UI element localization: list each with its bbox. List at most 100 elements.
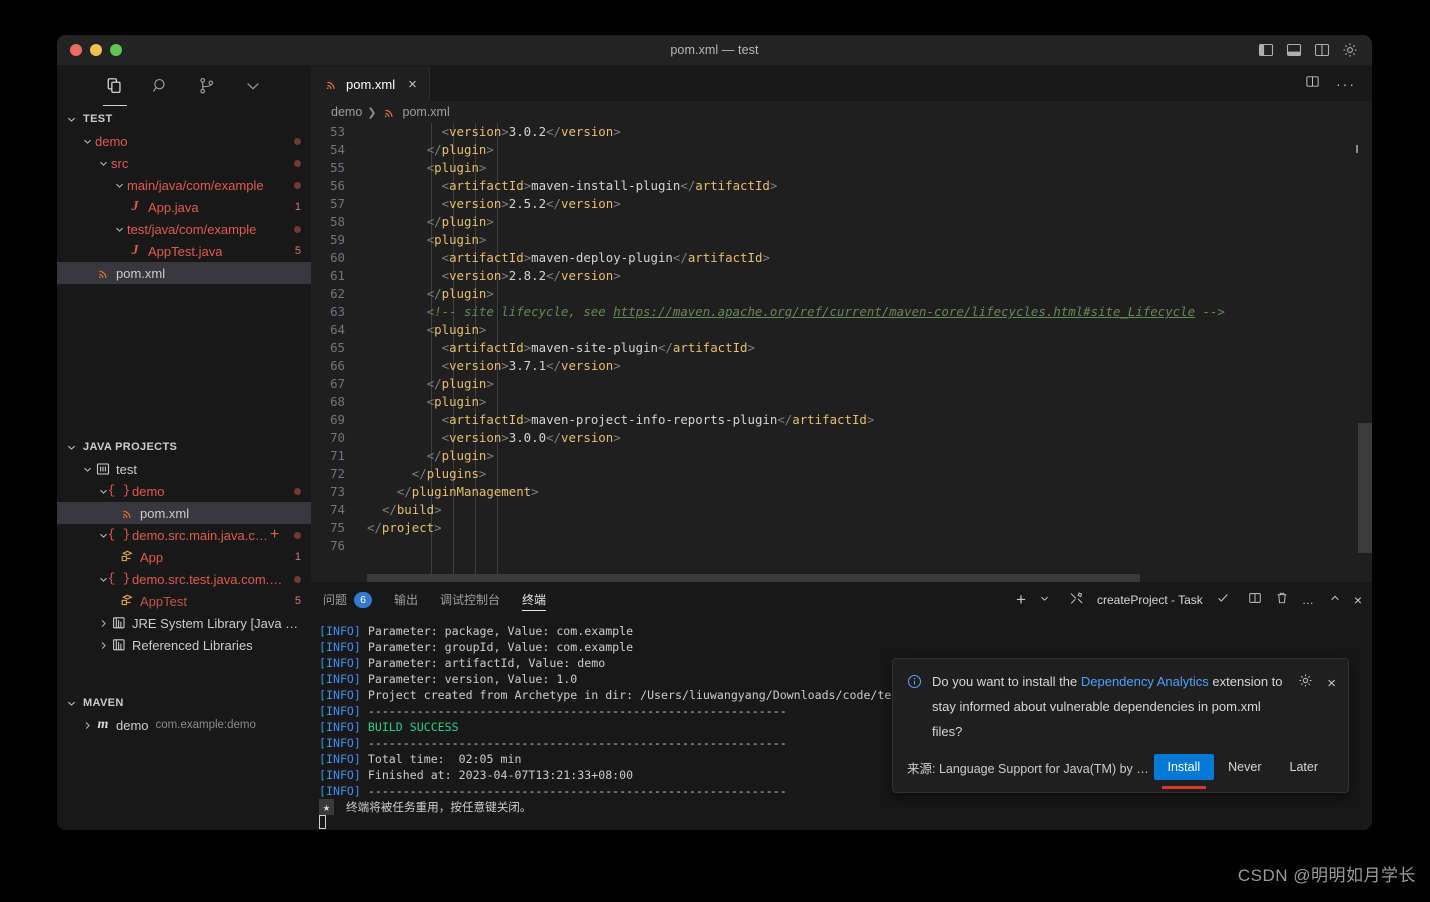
breadcrumb-item-file[interactable]: pom.xml [403,105,450,119]
tree-row-package-main[interactable]: { } demo.src.main.java.c… + [57,524,311,546]
code-token: < [441,268,450,283]
code-line: 62 </plugin> [311,285,1372,303]
tree-row-java-pom-xml[interactable]: pom.xml [57,502,311,524]
terminal-token: ----------------------------------------… [360,784,787,798]
code-editor[interactable]: 53 <version>3.0.2</version> 54 </plugin> 5… [311,123,1372,582]
line-number: 57 [330,196,345,211]
panel-tab-terminal[interactable]: 终端 [522,582,547,617]
sidebar-tree: TEST demo src main/java/com/example J Ap… [57,106,311,830]
code-token: 3.7.1 [508,358,547,373]
tree-row-test-package[interactable]: test/java/com/example [57,218,311,240]
tab-pom-xml[interactable]: pom.xml × [311,66,430,101]
editor-horizontal-scrollbar[interactable] [367,574,1358,582]
activity-more-button[interactable] [238,72,268,104]
activity-explorer-button[interactable] [100,72,130,106]
tree-row-project-test[interactable]: test [57,458,311,480]
install-button[interactable]: Install [1153,754,1215,789]
chevron-down-icon [63,439,79,455]
toggle-primary-sidebar-icon[interactable] [1258,42,1274,58]
tree-row-jre-system-library[interactable]: JRE System Library [Java S… [57,612,311,634]
code-text: <version>2.8.2</version> [367,267,621,285]
breadcrumb-item-folder[interactable]: demo [331,105,362,119]
code-token: plugin [434,394,479,409]
tree-row-app-java[interactable]: J App.java 1 [57,196,311,218]
chevron-down-icon[interactable] [1039,593,1050,607]
minimize-window-button[interactable] [90,44,102,56]
close-notification-icon[interactable]: × [1327,676,1336,691]
terminal-token: 终端将被任务重用，按任意键关闭。 [339,800,532,814]
never-button[interactable]: Never [1214,754,1275,780]
code-link[interactable]: https://maven.apache.org/ref/current/mav… [613,304,1195,319]
maximize-window-button[interactable] [110,44,122,56]
code-token: > [486,214,494,229]
code-token: </ [426,376,442,391]
toggle-panel-icon[interactable] [1286,42,1302,58]
manage-settings-gear-icon[interactable] [1342,42,1358,58]
tree-row-apptest-java[interactable]: J AppTest.java 5 [57,240,311,262]
scrollbar-thumb-horizontal[interactable] [367,574,1140,582]
code-text: <version>3.7.1</version> [367,357,621,375]
tree-row-package-demo[interactable]: { } demo [57,480,311,502]
trash-icon[interactable] [1275,591,1289,608]
new-terminal-icon[interactable]: + [1016,591,1026,608]
close-icon[interactable]: × [408,77,417,92]
tree-row-referenced-libraries[interactable]: Referenced Libraries [57,634,311,656]
add-source-folder-icon[interactable]: + [270,526,279,544]
close-panel-icon[interactable]: × [1354,592,1362,608]
tree-row-src[interactable]: src [57,152,311,174]
tree-row-maven-demo[interactable]: m demo com.example:demo [57,714,311,736]
tree-label: pom.xml [116,265,166,281]
editor-tab-actions: ··· [1305,66,1372,101]
chevron-up-icon[interactable] [1329,592,1341,607]
line-number: 56 [330,178,345,193]
code-line: 55 <plugin> [311,159,1372,177]
code-token: </ [672,250,688,265]
tree-row-pom-xml[interactable]: pom.xml [57,262,311,284]
files-icon [106,77,124,100]
code-text: <version>2.5.2</version> [367,195,621,213]
tree-row-demo[interactable]: demo [57,130,311,152]
panel-header: 问题 6 输出 调试控制台 终端 + createProject - Task … [311,582,1372,617]
panel-tab-label: 终端 [522,593,547,607]
tree-row-main-package[interactable]: main/java/com/example [57,174,311,196]
activity-source-control-button[interactable] [192,72,222,104]
package-icon: { } [107,484,131,498]
class-icon [119,593,135,609]
dependency-analytics-link[interactable]: Dependency Analytics [1081,674,1209,689]
settings-gear-icon[interactable] [1298,673,1313,693]
window-controls[interactable] [57,44,122,56]
more-actions-icon[interactable]: … [1302,593,1316,607]
screenshot-root: pom.xml — test TEST demo src main/java/c… [0,0,1430,902]
tree-row-package-test[interactable]: { } demo.src.test.java.com.… [57,568,311,590]
panel-tab-output[interactable]: 输出 [394,582,418,617]
tree-row-class-app[interactable]: App 1 [57,546,311,568]
terminal-token: Finished at: 2023-04-07T13:21:33+08:00 [360,768,634,782]
later-button[interactable]: Later [1276,754,1333,780]
panel-tab-problems[interactable]: 问题 6 [323,582,373,617]
terminal-task-name[interactable]: createProject - Task [1097,593,1203,607]
section-header-maven[interactable]: MAVEN [57,692,311,714]
panel-tab-debug-console[interactable]: 调试控制台 [440,582,500,617]
chevron-down-icon [63,111,79,127]
code-token: < [441,340,450,355]
scrollbar-thumb[interactable] [1358,423,1372,553]
close-window-button[interactable] [70,44,82,56]
activity-search-button[interactable] [146,72,176,104]
section-header-test[interactable]: TEST [57,108,311,130]
section-header-java-projects[interactable]: JAVA PROJECTS [57,436,311,458]
chevron-down-icon [79,461,95,477]
code-token: </ [426,448,442,463]
code-token: artifactId [792,412,867,427]
more-actions-icon[interactable]: ··· [1336,76,1356,92]
split-editor-icon[interactable] [1305,74,1320,94]
split-terminal-icon[interactable] [1248,591,1262,608]
editor-vertical-scrollbar[interactable] [1356,123,1372,582]
tree-label: demo [95,133,128,149]
code-text: <plugin> [367,393,487,411]
code-token: < [441,124,450,139]
terminal-token: [INFO] [319,752,361,766]
toggle-secondary-sidebar-icon[interactable] [1314,42,1330,58]
code-token: version [561,196,614,211]
library-icon [111,637,127,653]
tree-row-class-apptest[interactable]: AppTest 5 [57,590,311,612]
